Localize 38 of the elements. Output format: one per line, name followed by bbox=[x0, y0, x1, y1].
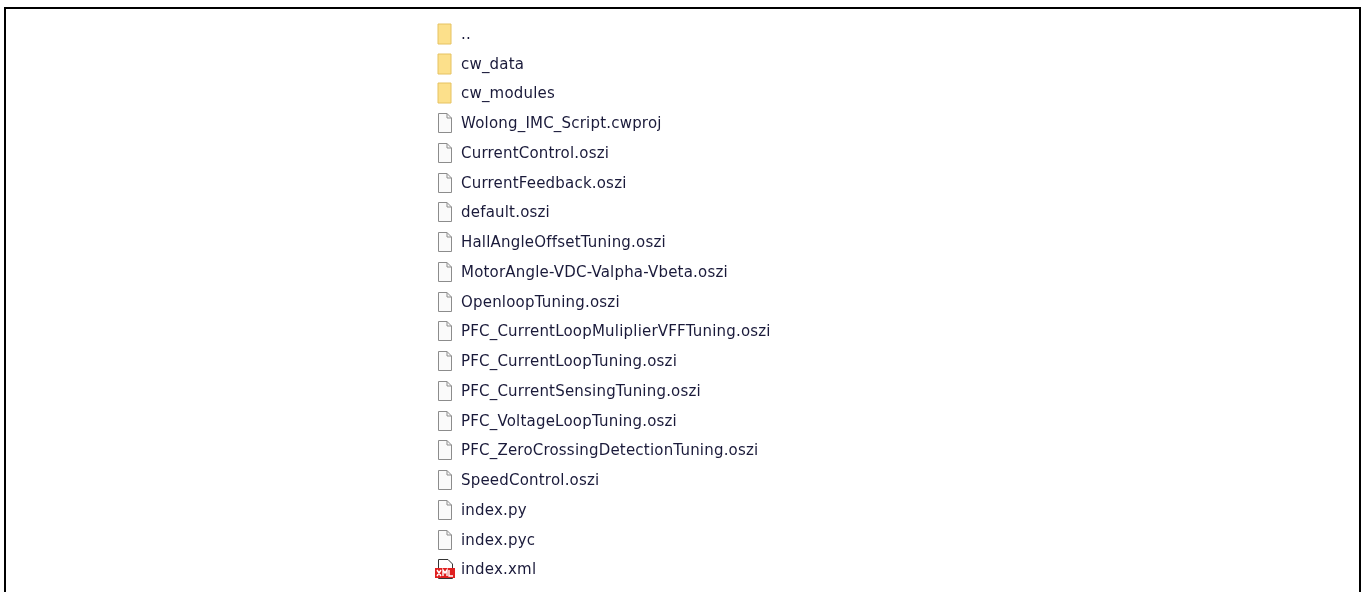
document-icon bbox=[437, 201, 453, 224]
file-name[interactable]: .. bbox=[461, 24, 471, 43]
file-name[interactable]: index.xml bbox=[461, 560, 537, 579]
folder-icon bbox=[437, 52, 453, 75]
folder-icon bbox=[437, 22, 453, 45]
xml-file-icon bbox=[434, 558, 456, 581]
file-name[interactable]: SpeedControl.oszi bbox=[461, 471, 600, 490]
document-icon bbox=[437, 498, 453, 521]
file-name[interactable]: cw_data bbox=[461, 54, 525, 73]
file-name[interactable]: default.oszi bbox=[461, 203, 550, 222]
file-name[interactable]: PFC_VoltageLoopTuning.oszi bbox=[461, 411, 677, 430]
file-name[interactable]: PFC_CurrentSensingTuning.oszi bbox=[461, 381, 701, 400]
document-icon bbox=[437, 231, 453, 254]
document-icon bbox=[437, 350, 453, 373]
document-icon bbox=[437, 439, 453, 462]
file-name[interactable]: MotorAngle-VDC-Valpha-Vbeta.oszi bbox=[461, 262, 728, 281]
document-icon bbox=[437, 379, 453, 402]
document-icon bbox=[437, 260, 453, 283]
document-icon bbox=[437, 141, 453, 164]
file-name[interactable]: PFC_CurrentLoopTuning.oszi bbox=[461, 352, 678, 371]
document-icon bbox=[437, 469, 453, 492]
file-name[interactable]: HallAngleOffsetTuning.oszi bbox=[461, 233, 666, 252]
file-name[interactable]: OpenloopTuning.oszi bbox=[461, 292, 620, 311]
file-name[interactable]: index.py bbox=[461, 500, 527, 519]
file-name[interactable]: PFC_ZeroCrossingDetectionTuning.oszi bbox=[461, 441, 759, 460]
file-name[interactable]: PFC_CurrentLoopMuliplierVFFTuning.oszi bbox=[461, 322, 771, 341]
document-icon bbox=[437, 290, 453, 313]
document-icon bbox=[437, 320, 453, 343]
folder-icon bbox=[437, 82, 453, 105]
file-name[interactable]: index.pyc bbox=[461, 530, 536, 549]
document-icon bbox=[437, 112, 453, 135]
document-icon bbox=[437, 409, 453, 432]
document-icon bbox=[437, 528, 453, 551]
file-name[interactable]: CurrentControl.oszi bbox=[461, 143, 610, 162]
file-name[interactable]: CurrentFeedback.oszi bbox=[461, 173, 627, 192]
file-name[interactable]: cw_modules bbox=[461, 84, 556, 103]
document-icon bbox=[437, 171, 453, 194]
file-name[interactable]: Wolong_IMC_Script.cwproj bbox=[461, 114, 662, 133]
